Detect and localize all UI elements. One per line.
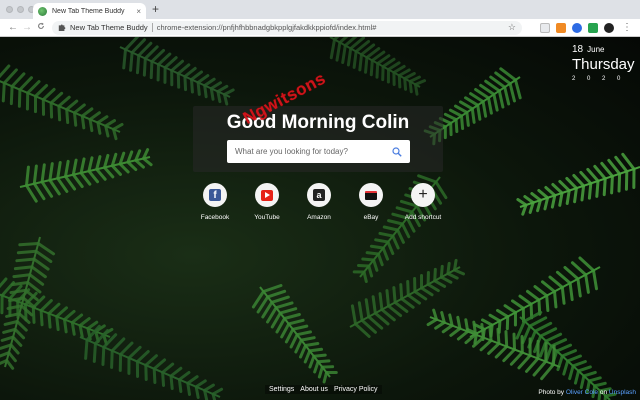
date-weekday: Thursday xyxy=(572,56,635,73)
youtube-icon xyxy=(261,189,273,201)
shortcut-add[interactable]: + Add shortcut xyxy=(403,183,443,221)
settings-link[interactable]: Settings xyxy=(269,386,294,393)
shortcut-amazon[interactable]: a Amazon xyxy=(299,183,339,221)
shortcut-ebay-circle[interactable] xyxy=(359,183,383,207)
shortcuts-row: f Facebook YouTube a Amazon eBay + Add s… xyxy=(195,183,443,221)
date-widget: 18 June Thursday 2 0 2 0 xyxy=(572,44,635,82)
plus-icon: + xyxy=(418,186,428,203)
minimize-window-dot[interactable] xyxy=(17,6,24,13)
credit-prefix: Photo by xyxy=(538,389,565,396)
photo-credit: Photo by Oliver Cole on Unsplash xyxy=(538,389,636,396)
tab-favicon-icon xyxy=(38,6,47,16)
extensions-area: ⋮ xyxy=(540,22,632,33)
new-tab-button[interactable]: + xyxy=(152,2,159,16)
shortcut-label: Add shortcut xyxy=(404,214,442,221)
extension-blue-icon[interactable] xyxy=(572,22,582,33)
tab-title: New Tab Theme Buddy xyxy=(52,7,125,15)
credit-on: on xyxy=(599,389,608,396)
close-window-dot[interactable] xyxy=(6,6,13,13)
footer-links: Settings About us Privacy Policy xyxy=(265,385,382,394)
active-tab[interactable]: New Tab Theme Buddy × xyxy=(33,3,146,19)
window-controls[interactable] xyxy=(6,6,35,13)
forward-button[interactable]: → xyxy=(20,22,34,33)
tab-strip: New Tab Theme Buddy × + xyxy=(0,0,640,19)
shortcut-amazon-circle[interactable]: a xyxy=(307,183,331,207)
reload-button[interactable] xyxy=(34,22,48,33)
search-box[interactable]: What are you looking for today? xyxy=(227,140,410,163)
shortcut-youtube-circle[interactable] xyxy=(255,183,279,207)
date-day: 18 xyxy=(572,44,584,55)
extension-puzzle-icon xyxy=(58,23,66,33)
extension-green-icon[interactable] xyxy=(588,22,598,33)
address-bar-url: chrome-extension://pnfjhfhbbnadgbkpplgjf… xyxy=(156,23,377,32)
search-icon[interactable] xyxy=(392,146,402,157)
tab-close-icon[interactable]: × xyxy=(136,7,141,16)
credit-site-link[interactable]: Unsplash xyxy=(609,389,636,396)
address-bar[interactable]: New Tab Theme Buddy chrome-extension://p… xyxy=(52,20,522,35)
about-link[interactable]: About us xyxy=(300,386,328,393)
bookmark-star-icon[interactable]: ☆ xyxy=(508,22,516,33)
browser-menu-icon[interactable]: ⋮ xyxy=(622,22,632,33)
shortcut-facebook-circle[interactable]: f xyxy=(203,183,227,207)
privacy-link[interactable]: Privacy Policy xyxy=(334,386,378,393)
profile-avatar[interactable] xyxy=(604,22,614,33)
shortcut-ebay[interactable]: eBay xyxy=(351,183,391,221)
new-tab-page: 18 June Thursday 2 0 2 0 Good Morning Co… xyxy=(0,37,640,400)
shortcut-label: Amazon xyxy=(307,214,331,221)
address-bar-title: New Tab Theme Buddy xyxy=(70,23,148,32)
greeting-panel: Good Morning Colin What are you looking … xyxy=(193,106,443,172)
address-bar-divider xyxy=(151,23,153,32)
shortcut-label: Facebook xyxy=(200,214,230,221)
back-button[interactable]: ← xyxy=(6,22,20,33)
shortcut-add-circle[interactable]: + xyxy=(411,183,435,207)
amazon-icon: a xyxy=(313,189,325,201)
shortcut-label: YouTube xyxy=(254,214,280,221)
shortcut-label: eBay xyxy=(363,214,379,221)
date-month: June xyxy=(587,45,605,54)
search-input[interactable]: What are you looking for today? xyxy=(235,147,392,156)
facebook-icon: f xyxy=(209,189,221,201)
browser-toolbar: ← → New Tab Theme Buddy chrome-extension… xyxy=(0,19,640,37)
reload-icon xyxy=(38,22,44,29)
shortcut-facebook[interactable]: f Facebook xyxy=(195,183,235,221)
credit-author-link[interactable]: Oliver Cole xyxy=(566,389,598,396)
extension-grey-icon[interactable] xyxy=(540,22,550,33)
extension-orange-icon[interactable] xyxy=(556,22,566,33)
greeting-text: Good Morning Colin xyxy=(226,112,410,133)
ebay-icon xyxy=(365,190,377,200)
date-year: 2 0 2 0 xyxy=(572,76,626,82)
shortcut-youtube[interactable]: YouTube xyxy=(247,183,287,221)
